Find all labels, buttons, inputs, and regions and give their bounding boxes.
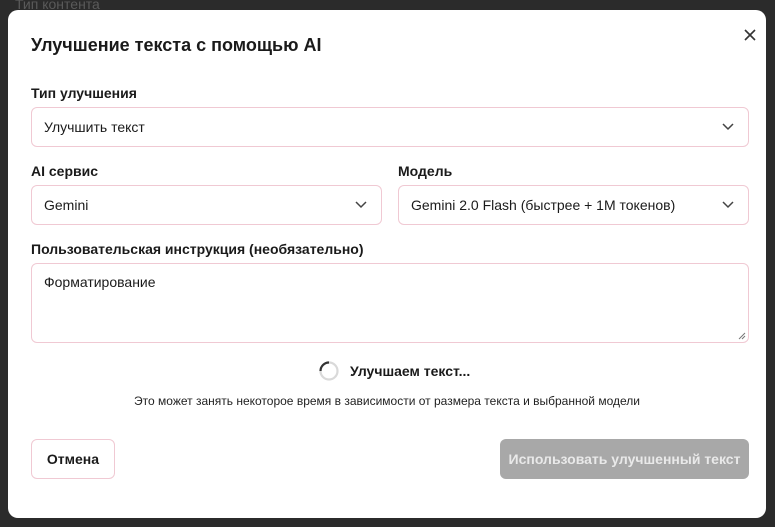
improvement-type-select[interactable]: Улучшить текст	[31, 107, 749, 147]
custom-instruction-textarea[interactable]: Форматирование	[31, 263, 749, 343]
resize-grip-icon[interactable]	[738, 332, 746, 340]
model-select[interactable]: Gemini 2.0 Flash (быстрее + 1M токенов)	[398, 185, 749, 225]
custom-instruction-label: Пользовательская инструкция (необязатель…	[31, 241, 364, 257]
loading-text: Улучшаем текст...	[350, 363, 471, 379]
loading-status: Улучшаем текст...	[318, 360, 470, 382]
chevron-down-icon	[722, 198, 736, 212]
use-improved-text-button[interactable]: Использовать улучшенный текст	[500, 439, 749, 479]
ai-service-value: Gemini	[44, 197, 89, 213]
chevron-down-icon	[722, 120, 736, 134]
improvement-type-value: Улучшить текст	[44, 119, 145, 135]
cancel-button[interactable]: Отмена	[31, 439, 115, 479]
custom-instruction-value: Форматирование	[44, 274, 156, 290]
model-value: Gemini 2.0 Flash (быстрее + 1M токенов)	[411, 197, 676, 213]
dialog-title: Улучшение текста с помощью AI	[31, 35, 322, 55]
model-label: Модель	[398, 163, 453, 179]
close-icon	[744, 29, 756, 41]
spinner-icon	[319, 361, 339, 381]
improve-text-dialog: Улучшение текста с помощью AI Тип улучше…	[8, 10, 766, 518]
ai-service-select[interactable]: Gemini	[31, 185, 382, 225]
chevron-down-icon	[355, 198, 369, 212]
close-button[interactable]	[740, 25, 760, 45]
ai-service-label: AI сервис	[31, 163, 99, 179]
improvement-type-label: Тип улучшения	[31, 85, 137, 101]
loading-hint: Это может занять некоторое время в завис…	[134, 394, 640, 408]
